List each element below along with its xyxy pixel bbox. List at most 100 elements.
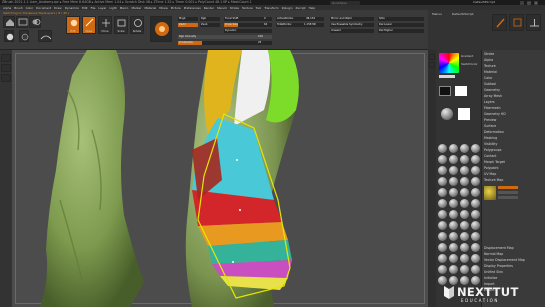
menu-layer[interactable]: Layer (98, 6, 106, 10)
brush-ball-icon[interactable] (438, 265, 447, 274)
menu-marker[interactable]: Marker (131, 6, 141, 10)
menu-preferences[interactable]: Preferences (184, 6, 201, 10)
menu-zplugin[interactable]: Zplugin (282, 6, 293, 10)
menus-button[interactable]: Menus (432, 12, 442, 16)
menu-render[interactable]: Render (204, 6, 214, 10)
brush-ball-icon[interactable] (438, 155, 447, 164)
rotate-button[interactable]: Rotate (130, 16, 144, 34)
menu-alpha[interactable]: Alpha (3, 6, 11, 10)
tray-item[interactable]: Display Properties (484, 264, 513, 268)
brush-ball-icon[interactable] (449, 221, 458, 230)
canvas-viewport[interactable] (12, 50, 428, 307)
brush-ball-icon[interactable] (438, 254, 447, 263)
texture-thumb[interactable] (19, 30, 29, 42)
brush-ball-icon[interactable] (471, 221, 480, 230)
brush-ball-icon[interactable] (449, 177, 458, 186)
minimize-button[interactable]: – (520, 0, 524, 5)
brush-ball-icon[interactable] (460, 144, 469, 153)
right-shelf-slot[interactable] (429, 62, 435, 68)
brush-ball-icon[interactable] (471, 188, 480, 197)
maximize-button[interactable]: □ (527, 0, 531, 5)
tray-item[interactable]: Array Mesh (484, 94, 502, 98)
brush-ball-icon[interactable] (438, 188, 447, 197)
brush-icon[interactable] (492, 14, 507, 31)
left-shelf-slot[interactable] (1, 74, 11, 82)
switch-color-label[interactable]: SwitchColor (461, 62, 478, 66)
quick-save-button[interactable]: QuickSave (330, 0, 360, 5)
color-picker[interactable] (439, 53, 459, 73)
floor-icon[interactable] (526, 14, 541, 31)
tray-item[interactable]: Fibermesh (484, 106, 500, 110)
menu-light[interactable]: Light (109, 6, 116, 10)
brush-ball-icon[interactable] (449, 210, 458, 219)
dynamic-toggle[interactable]: Dynamic (224, 29, 272, 33)
brush-ball-icon[interactable] (460, 166, 469, 175)
tray-item[interactable]: Texture (484, 64, 496, 68)
tray-item[interactable]: Surface (484, 124, 496, 128)
brush-ball-icon[interactable] (471, 265, 480, 274)
brush-ball-icon[interactable] (438, 199, 447, 208)
brush-ball-icon[interactable] (460, 210, 469, 219)
brush-ball-icon[interactable] (471, 232, 480, 241)
edit-button[interactable]: Edit (66, 16, 80, 34)
brush-ball-icon[interactable] (449, 166, 458, 175)
menu-document[interactable]: Document (36, 6, 51, 10)
brush-ball-icon[interactable] (460, 276, 469, 285)
brush-ball-icon[interactable] (449, 155, 458, 164)
rgb-toggle[interactable]: Rgb (200, 17, 220, 21)
brush-ball-icon[interactable] (449, 243, 458, 252)
menu-zscript[interactable]: Zscript (296, 6, 306, 10)
brush-thumb[interactable] (150, 16, 172, 42)
menu-transform[interactable]: Transform (264, 6, 278, 10)
focal-shift-slider[interactable]: Focal Shift 0 (224, 17, 272, 21)
menu-draw[interactable]: Draw (54, 6, 62, 10)
live-boolean-button[interactable] (29, 16, 41, 28)
gradient-label[interactable]: Gradient (461, 54, 473, 58)
tray-item[interactable]: Initialize (484, 276, 497, 280)
menu-stroke[interactable]: Stroke (230, 6, 239, 10)
poseable-symmetry-button[interactable]: Use Poseable Symmetry (330, 23, 374, 27)
tray-item[interactable]: Polygroups (484, 148, 501, 152)
move-button[interactable]: Move (98, 16, 112, 34)
brush-ball-icon[interactable] (438, 276, 447, 285)
brush-ball-icon[interactable] (460, 177, 469, 186)
z-intensity-slider[interactable]: Z Intensity 25 (178, 41, 272, 45)
close-button[interactable]: × (534, 0, 538, 5)
draw-size-slider[interactable]: Draw Size 64 (224, 23, 272, 27)
tray-item[interactable]: Stroke (484, 52, 494, 56)
brush-ball-icon[interactable] (438, 177, 447, 186)
menu-macro[interactable]: Macro (120, 6, 129, 10)
brush-ball-icon[interactable] (471, 276, 480, 285)
material-ball-icon[interactable] (441, 108, 453, 120)
brush-ball-icon[interactable] (460, 265, 469, 274)
scale-button[interactable]: Scale (114, 16, 128, 34)
menu-movie[interactable]: Movie (159, 6, 168, 10)
menu-stencil[interactable]: Stencil (217, 6, 227, 10)
brush-ball-icon[interactable] (449, 188, 458, 197)
brush-ball-icon[interactable] (438, 232, 447, 241)
tray-item[interactable]: Color (484, 76, 492, 80)
brush-ball-icon[interactable] (438, 166, 447, 175)
texture-map-option[interactable] (498, 186, 518, 189)
brush-ball-icon[interactable] (449, 265, 458, 274)
unweld-button[interactable]: Unweld (330, 29, 374, 33)
tray-item[interactable]: Contact (484, 154, 496, 158)
left-shelf-slot[interactable] (1, 64, 11, 72)
brush-ball-icon[interactable] (471, 166, 480, 175)
right-shelf-slot[interactable] (429, 54, 435, 60)
brush-ball-icon[interactable] (438, 144, 447, 153)
brush-ball-icon[interactable] (471, 177, 480, 186)
menu-picture[interactable]: Picture (171, 6, 181, 10)
tray-item[interactable]: Polypaint (484, 166, 499, 170)
menu-dynamics[interactable]: Dynamics (65, 6, 79, 10)
menu-help[interactable]: Help (309, 6, 316, 10)
material-thumb[interactable] (4, 30, 14, 42)
main-color-swatch[interactable] (439, 75, 455, 78)
brush-ball-icon[interactable] (449, 144, 458, 153)
tray-item[interactable]: Visibility (484, 142, 497, 146)
sdiv-slider[interactable]: SDiv (378, 17, 424, 21)
zscript-button[interactable]: Default2Script (452, 12, 474, 16)
menu-color[interactable]: Color (26, 6, 34, 10)
brush-ball-icon[interactable] (460, 155, 469, 164)
alpha-thumb[interactable] (38, 30, 52, 42)
